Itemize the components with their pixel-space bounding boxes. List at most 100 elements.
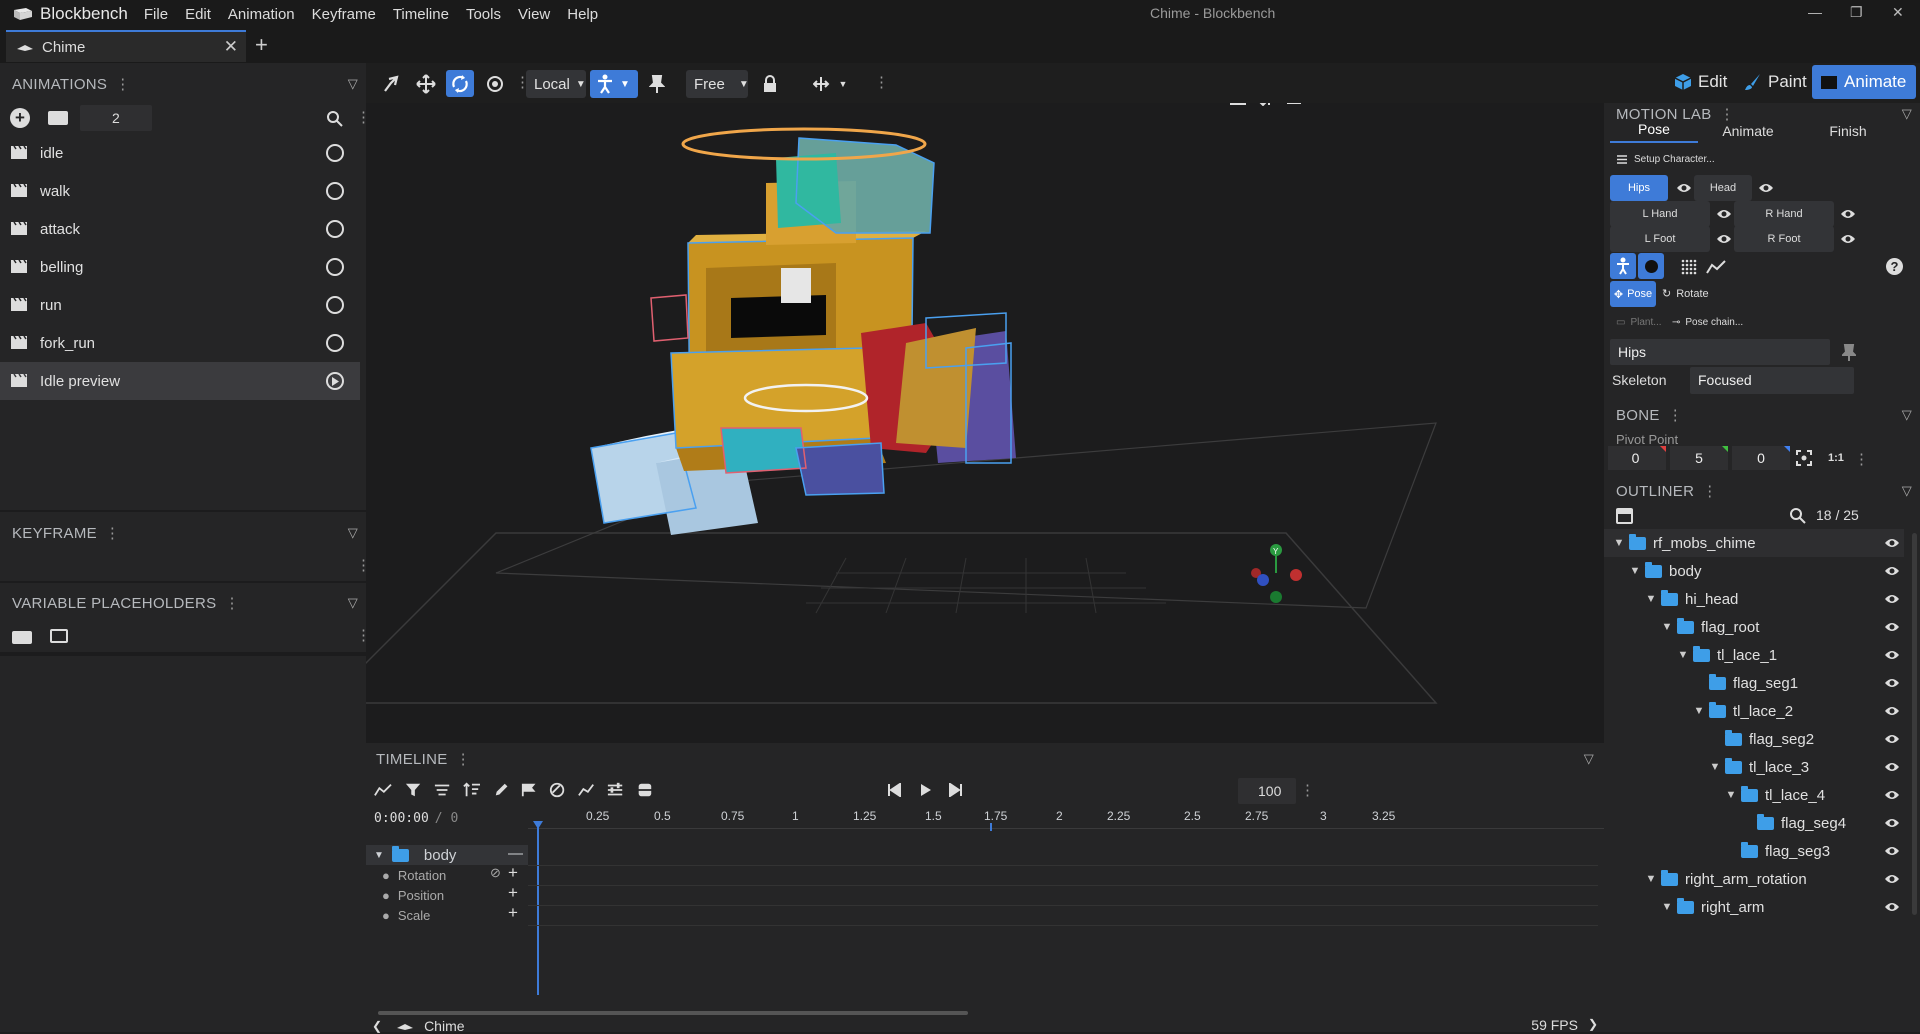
align-icon[interactable] <box>434 783 450 797</box>
outliner-row[interactable]: ▼ tl_lace_3 <box>1604 753 1904 781</box>
channel-row-rotation[interactable]: ● Rotation ⊘ + <box>366 863 528 885</box>
play-toggle-icon[interactable] <box>326 296 344 314</box>
animation-item-fork-run[interactable]: fork_run <box>0 324 360 362</box>
count-field[interactable]: 2 <box>80 105 152 131</box>
eye-icon[interactable] <box>1884 901 1900 913</box>
chevron-down-icon[interactable]: ▼ <box>1660 621 1674 633</box>
add-animation-icon[interactable]: + <box>10 108 30 128</box>
outliner-scrollbar[interactable] <box>1912 533 1917 915</box>
eye-icon[interactable]: ● <box>382 868 390 883</box>
pivot-tool-icon[interactable] <box>481 70 509 97</box>
mode-animate[interactable]: Animate <box>1812 65 1916 99</box>
play-toggle-icon[interactable] <box>326 258 344 276</box>
play-toggle-icon[interactable] <box>326 334 344 352</box>
chevron-down-icon[interactable]: ▽ <box>348 525 358 541</box>
chevron-left-icon[interactable]: ❮ <box>372 1019 382 1033</box>
chevron-down-icon[interactable]: ▼ <box>1644 593 1658 605</box>
plant-button[interactable]: ▭ Plant... <box>1616 317 1662 328</box>
pivot-mode-dropdown[interactable]: Free ▼ <box>686 70 749 98</box>
play-toggle-icon[interactable] <box>326 144 344 162</box>
chevron-down-icon[interactable]: ▼ <box>1676 649 1690 661</box>
outliner-row[interactable]: flag_seg2 <box>1604 725 1904 753</box>
menu-timeline[interactable]: Timeline <box>393 6 449 23</box>
mode-edit[interactable]: Edit <box>1674 63 1727 101</box>
setup-character-button[interactable]: Setup Character... <box>1616 154 1715 165</box>
playhead[interactable] <box>537 825 539 995</box>
rotate-tool-icon[interactable] <box>446 70 474 97</box>
center-pivot-icon[interactable] <box>1796 450 1812 466</box>
tab-animate[interactable]: Animate <box>1698 119 1798 143</box>
eye-icon[interactable] <box>1884 537 1900 549</box>
end-marker[interactable] <box>990 823 992 831</box>
eye-icon[interactable] <box>1840 233 1856 245</box>
close-tab-icon[interactable]: ✕ <box>224 37 238 57</box>
chevron-down-icon[interactable]: ▼ <box>1692 705 1706 717</box>
outliner-row[interactable]: ▼ rf_mobs_chime <box>1604 529 1904 557</box>
import-placeholder-icon[interactable] <box>12 631 32 644</box>
toggle-panel-icon[interactable] <box>1616 508 1633 524</box>
chevron-down-icon[interactable]: ▽ <box>348 595 358 611</box>
more-icon[interactable]: ⋮ <box>1702 482 1717 500</box>
more-icon[interactable]: ⋮ <box>1854 450 1869 468</box>
mirror-icon[interactable]: ▼ <box>810 70 850 97</box>
search-icon[interactable] <box>326 110 343 127</box>
eye-icon[interactable] <box>1758 182 1774 194</box>
animation-item-belling[interactable]: belling <box>0 248 360 286</box>
pivot-y-field[interactable]: 5 <box>1670 446 1728 470</box>
menu-view[interactable]: View <box>518 6 550 23</box>
eye-icon[interactable] <box>1884 621 1900 633</box>
search-icon[interactable] <box>1789 507 1806 524</box>
chevron-down-icon[interactable]: ▼ <box>1724 789 1738 801</box>
skip-end-icon[interactable] <box>949 783 963 797</box>
list-icon[interactable] <box>50 629 68 643</box>
horizontal-scrollbar[interactable] <box>378 1011 968 1015</box>
play-icon[interactable] <box>920 783 932 797</box>
add-folder-icon[interactable] <box>48 111 68 125</box>
chevron-down-icon[interactable]: ▼ <box>1644 873 1658 885</box>
tab-pose[interactable]: Pose <box>1610 119 1698 143</box>
time-ruler[interactable]: 0.25 0.5 0.75 1 1.25 1.5 1.75 2 2.25 2.5… <box>528 807 1604 829</box>
skip-start-icon[interactable] <box>887 783 901 797</box>
3d-viewport[interactable]: Y <box>366 103 1604 743</box>
outliner-row[interactable]: ▼ right_arm <box>1604 893 1904 921</box>
pivot-x-field[interactable]: 0 <box>1608 446 1666 470</box>
animation-item-idle-preview[interactable]: Idle preview <box>0 362 360 400</box>
link-icon[interactable] <box>549 781 565 799</box>
record-button[interactable] <box>1638 253 1664 279</box>
eye-icon[interactable] <box>1676 182 1692 194</box>
grid-dots-icon[interactable] <box>1681 259 1697 275</box>
chevron-down-icon[interactable]: ▼ <box>374 850 384 861</box>
pose-chain-button[interactable]: ⊸ Pose chain... <box>1672 317 1743 328</box>
minimize-icon[interactable]: — <box>1808 4 1822 20</box>
eye-icon[interactable] <box>1884 761 1900 773</box>
animation-item-attack[interactable]: attack <box>0 210 360 248</box>
chevron-down-icon[interactable]: ▽ <box>348 76 358 92</box>
chevron-down-icon[interactable]: ▼ <box>1708 761 1722 773</box>
more-icon[interactable]: ⋮ <box>874 73 889 91</box>
pin-icon[interactable] <box>1842 344 1856 362</box>
bone-button-head[interactable]: Head <box>1694 175 1752 201</box>
outliner-row[interactable]: ▼ tl_lace_4 <box>1604 781 1904 809</box>
eye-icon[interactable] <box>1884 593 1900 605</box>
chevron-down-icon[interactable]: ▼ <box>1612 537 1626 549</box>
eye-icon[interactable] <box>1884 733 1900 745</box>
move-tool-icon[interactable] <box>412 70 440 97</box>
more-icon[interactable]: ⋮ <box>105 524 120 542</box>
sort-up-icon[interactable] <box>463 782 481 798</box>
keyframe-tool-icon[interactable] <box>378 70 406 97</box>
pivot-z-field[interactable]: 0 <box>1732 446 1790 470</box>
add-keyframe-icon[interactable]: + <box>508 903 518 923</box>
add-keyframe-icon[interactable]: + <box>508 863 518 883</box>
pencil-icon[interactable] <box>494 782 508 798</box>
bone-button-l-hand[interactable]: L Hand <box>1610 201 1710 227</box>
mode-paint[interactable]: Paint <box>1744 63 1807 101</box>
trend-icon[interactable] <box>1706 260 1726 274</box>
close-window-icon[interactable]: ✕ <box>1892 4 1904 21</box>
eye-icon[interactable] <box>1884 845 1900 857</box>
more-icon[interactable]: ⋮ <box>224 594 239 612</box>
chevron-down-icon[interactable]: ▽ <box>1584 751 1594 767</box>
eye-icon[interactable] <box>1840 208 1856 220</box>
chevron-down-icon[interactable]: ▼ <box>1628 565 1642 577</box>
pose-button[interactable]: ✥ Pose <box>1610 281 1656 307</box>
outliner-row[interactable]: ▼ body <box>1604 557 1904 585</box>
